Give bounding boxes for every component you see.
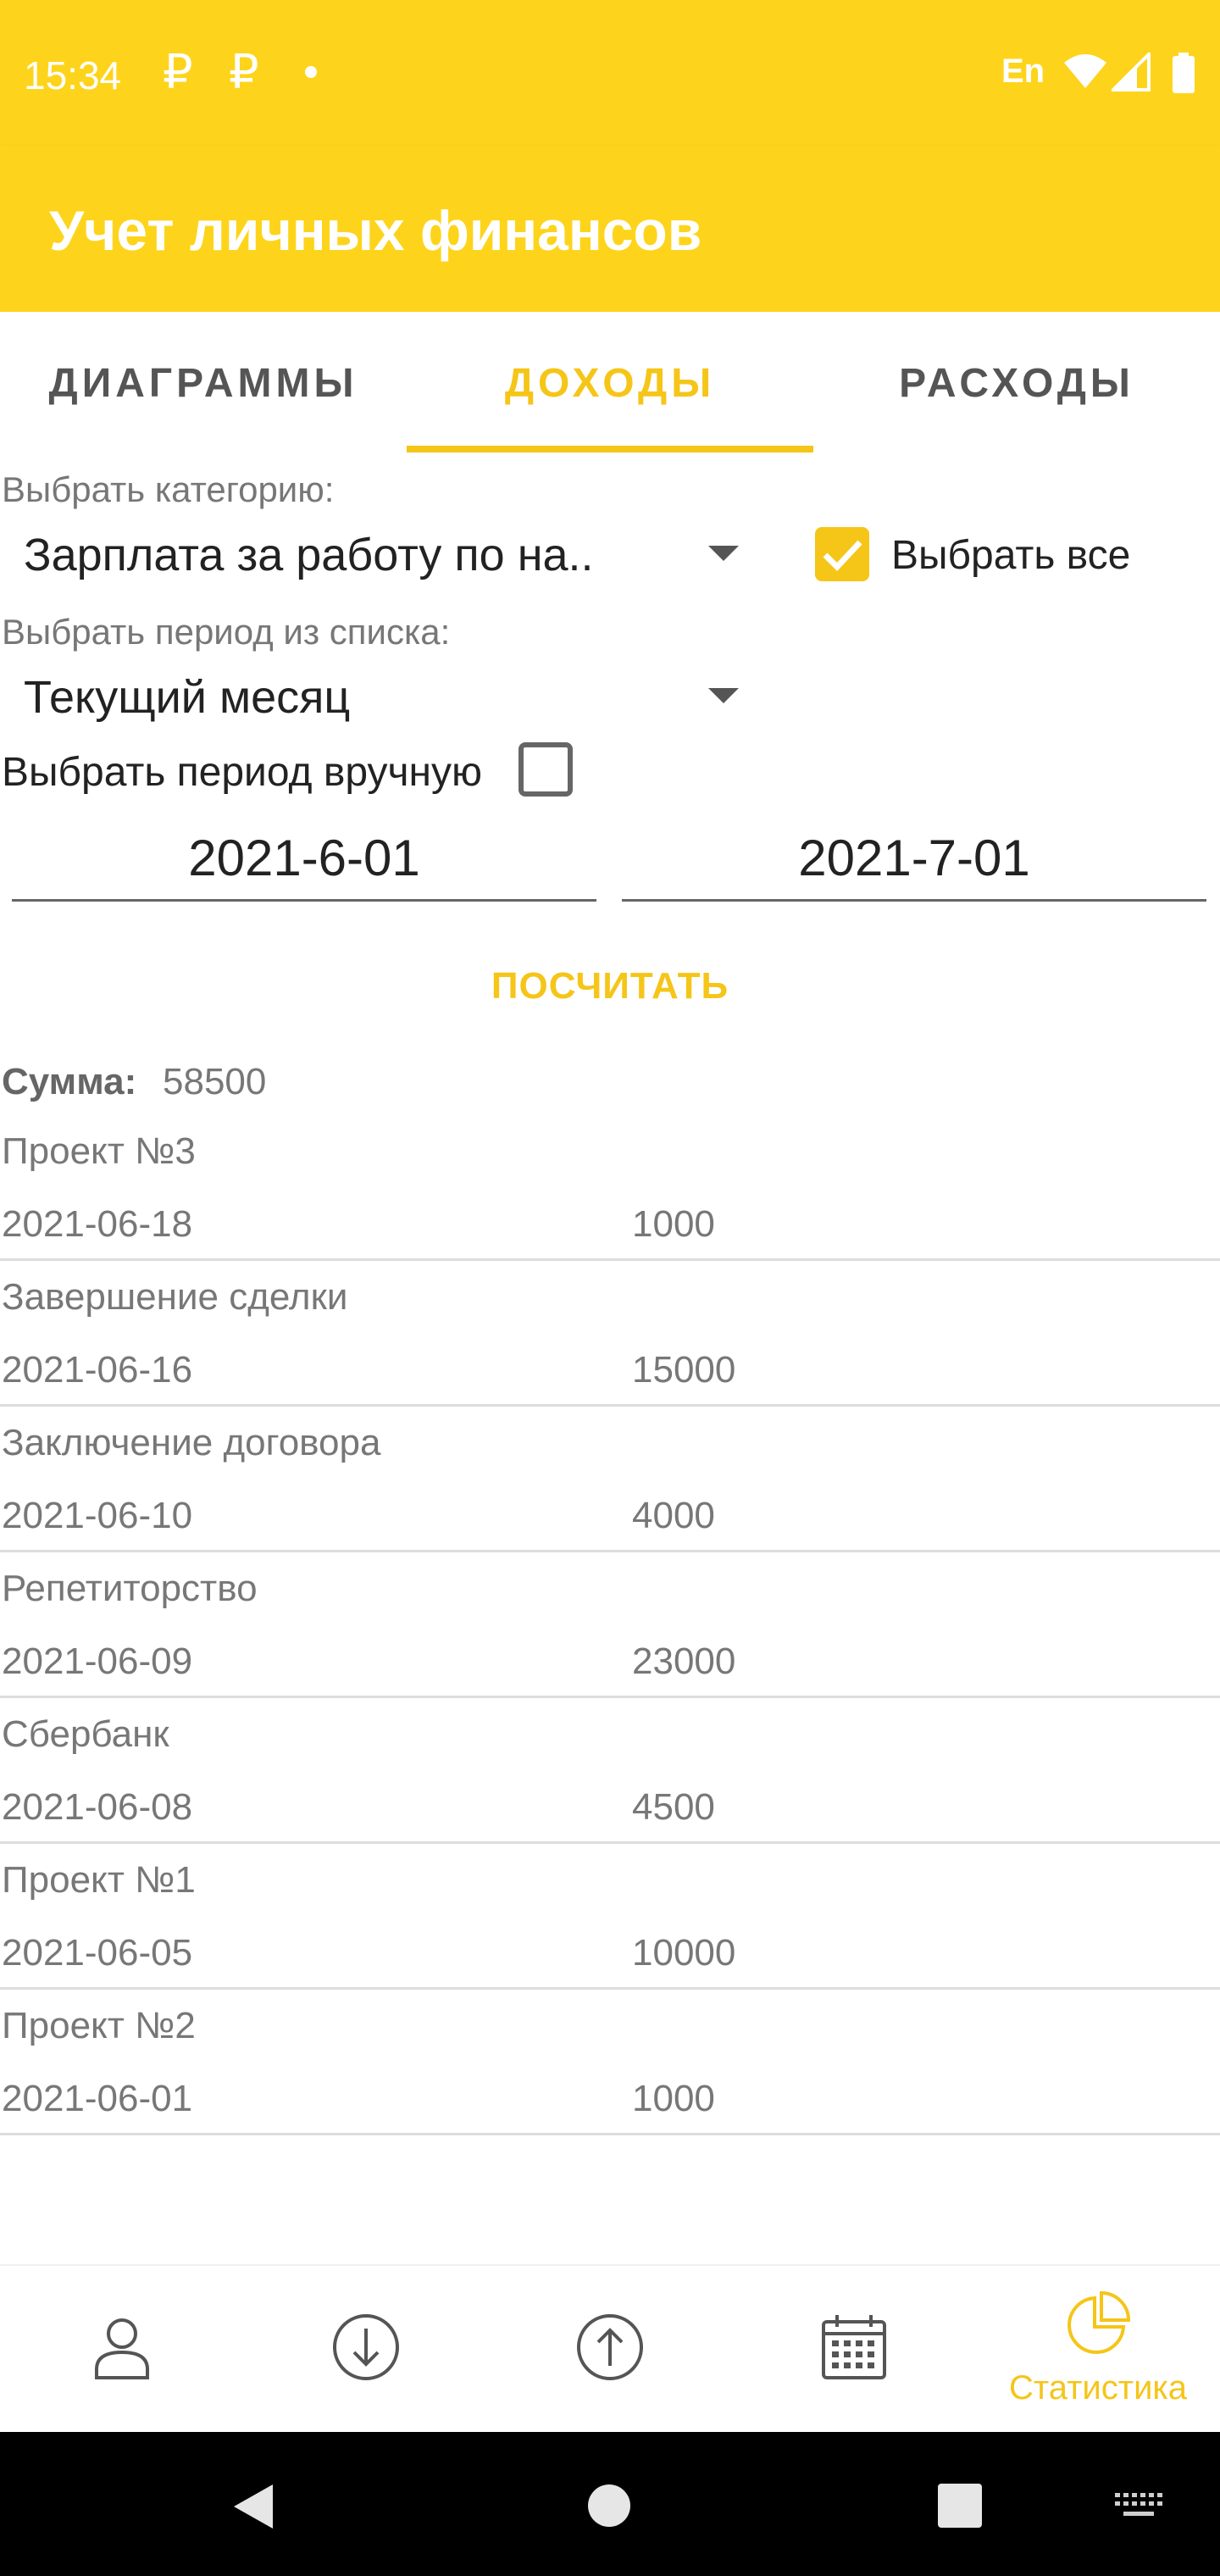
active-tab-indicator	[407, 446, 813, 452]
entry-title: Репетиторство	[2, 1568, 258, 1609]
entry-date: 2021-06-01	[2, 2078, 193, 2119]
wifi-icon	[1064, 54, 1106, 88]
nav-income[interactable]	[244, 2266, 488, 2434]
app-title: Учет личных финансов	[49, 199, 702, 262]
arrow-down-circle-icon	[333, 2314, 399, 2380]
entry-title: Проект №2	[2, 2005, 196, 2046]
income-list: Проект №3 2021-06-18 1000 Завершение сде…	[0, 1115, 1220, 2135]
nav-expenses[interactable]	[488, 2266, 732, 2434]
entry-title: Проект №3	[2, 1130, 196, 1172]
entry-date: 2021-06-16	[2, 1349, 193, 1391]
dropdown-arrow-icon	[708, 688, 739, 703]
ruble-notification-icon: ₽	[229, 45, 259, 98]
ruble-notification-icon: ₽	[163, 45, 193, 98]
select-all-label: Выбрать все	[891, 533, 1131, 578]
entry-date: 2021-06-08	[2, 1786, 193, 1828]
category-spinner[interactable]: Зарплата за работу по на..	[0, 517, 762, 593]
bottom-navigation: Статистика	[0, 2264, 1220, 2432]
entry-amount: 1000	[632, 2078, 715, 2119]
category-value: Зарплата за работу по на..	[24, 530, 594, 580]
tab-expenses[interactable]: РАСХОДЫ	[813, 312, 1220, 454]
pie-chart-icon	[1068, 2290, 1131, 2354]
list-item[interactable]: Проект №2 2021-06-01 1000	[0, 1990, 1220, 2135]
period-value: Текущий месяц	[24, 672, 351, 723]
entry-amount: 10000	[632, 1932, 736, 1974]
status-time: 15:34	[24, 53, 122, 97]
app-bar: Учет личных финансов	[0, 146, 1220, 312]
entry-date: 2021-06-09	[2, 1641, 193, 1682]
calculate-button[interactable]: ПОСЧИТАТЬ	[441, 952, 779, 1020]
list-item[interactable]: Заключение договора 2021-06-10 4000	[0, 1407, 1220, 1552]
entry-amount: 15000	[632, 1349, 736, 1391]
list-item[interactable]: Проект №1 2021-06-05 10000	[0, 1844, 1220, 1990]
entry-amount: 1000	[632, 1203, 715, 1245]
checkmark-icon	[823, 540, 862, 572]
date-to-field[interactable]: 2021-7-01	[622, 817, 1206, 902]
manual-period-checkbox[interactable]	[518, 742, 573, 797]
entry-date: 2021-06-05	[2, 1932, 193, 1974]
entry-title: Сбербанк	[2, 1713, 169, 1755]
person-icon	[95, 2318, 149, 2379]
cell-signal-icon	[1112, 53, 1151, 92]
nav-profile[interactable]	[0, 2266, 244, 2434]
tab-bar: ДИАГРАММЫ ДОХОДЫ РАСХОДЫ	[0, 312, 1220, 454]
back-icon[interactable]	[230, 2483, 274, 2530]
list-item[interactable]: Сбербанк 2021-06-08 4500	[0, 1698, 1220, 1844]
list-item[interactable]: Завершение сделки 2021-06-16 15000	[0, 1261, 1220, 1407]
entry-title: Заключение договора	[2, 1422, 381, 1463]
entry-date: 2021-06-18	[2, 1203, 193, 1245]
battery-icon	[1173, 53, 1195, 93]
home-icon[interactable]	[586, 2483, 632, 2529]
list-item[interactable]: Проект №3 2021-06-18 1000	[0, 1115, 1220, 1261]
category-label: Выбрать категорию:	[2, 469, 335, 509]
entry-title: Проект №1	[2, 1859, 196, 1901]
manual-period-label: Выбрать период вручную	[2, 750, 483, 795]
period-spinner[interactable]: Текущий месяц	[0, 659, 762, 736]
date-from-field[interactable]: 2021-6-01	[12, 817, 596, 902]
entry-amount: 23000	[632, 1641, 736, 1682]
nav-statistics-label: Статистика	[1008, 2369, 1188, 2407]
sum-label: Сумма:	[2, 1061, 137, 1102]
system-nav-bar	[0, 2432, 1220, 2576]
recents-icon[interactable]	[937, 2483, 983, 2529]
select-all-checkbox[interactable]	[815, 527, 869, 581]
entry-title: Завершение сделки	[2, 1276, 348, 1318]
tab-diagrams[interactable]: ДИАГРАММЫ	[0, 312, 407, 454]
language-indicator: En	[1001, 53, 1045, 90]
nav-calendar[interactable]	[732, 2266, 976, 2434]
status-bar: 15:34 ₽ ₽ En	[0, 0, 1220, 146]
keyboard-icon[interactable]	[1115, 2493, 1162, 2520]
entry-amount: 4500	[632, 1786, 715, 1828]
list-item[interactable]: Репетиторство 2021-06-09 23000	[0, 1552, 1220, 1698]
dropdown-arrow-icon	[708, 546, 739, 561]
calendar-icon	[822, 2315, 886, 2379]
arrow-up-circle-icon	[577, 2314, 643, 2380]
period-label: Выбрать период из списка:	[2, 612, 451, 652]
sum-value: 58500	[163, 1061, 267, 1102]
notification-dot-icon	[305, 66, 317, 78]
tab-income[interactable]: ДОХОДЫ	[407, 312, 813, 454]
entry-date: 2021-06-10	[2, 1495, 193, 1536]
nav-statistics[interactable]: Статистика	[976, 2266, 1220, 2434]
entry-amount: 4000	[632, 1495, 715, 1536]
